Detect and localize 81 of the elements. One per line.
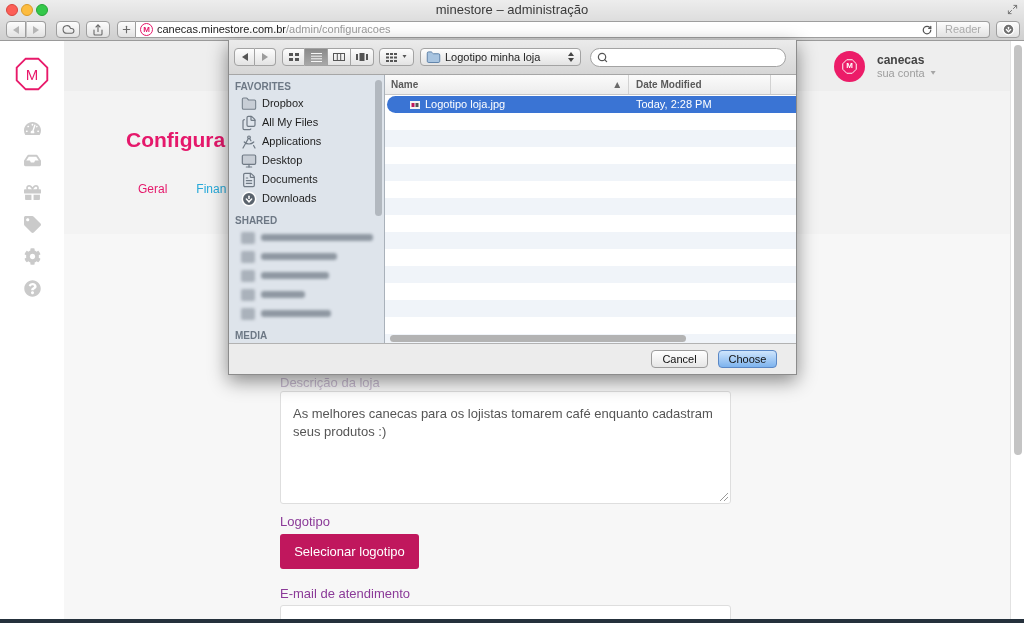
reload-icon[interactable] [922, 24, 932, 35]
sidebar-item[interactable]: Desktop [229, 151, 307, 170]
view-mode-button[interactable] [282, 48, 305, 66]
drafting-compass-icon [241, 133, 257, 150]
grid-icon [386, 52, 397, 62]
monitor-icon [241, 152, 257, 169]
sidebar-item[interactable]: Downloads [229, 189, 321, 208]
field-label: Logotipo [280, 514, 330, 530]
user-avatar[interactable]: M [834, 50, 865, 82]
up-down-arrows-icon [568, 52, 574, 62]
sort-ascending-icon [613, 81, 620, 88]
cover-flow-view-icon [356, 53, 368, 61]
icloud-tabs-button[interactable] [56, 21, 80, 39]
gift-icon[interactable] [23, 183, 41, 201]
tag-icon[interactable] [23, 215, 41, 233]
fullscreen-icon[interactable] [1007, 4, 1018, 16]
back-button[interactable] [234, 48, 255, 66]
view-mode-button[interactable] [328, 48, 351, 66]
sidebar-item[interactable]: All My Files [229, 113, 323, 132]
gauge-icon[interactable] [23, 119, 41, 137]
folder-icon [426, 49, 441, 65]
field-label: E-mail de atendimento [280, 586, 411, 602]
file-name-cell: Logotipo loja.jpg [425, 98, 506, 111]
address-field[interactable]: M canecas.minestore.com.br/admin/configuracoes [136, 21, 937, 39]
sidebar-item[interactable]: Applications [229, 132, 326, 151]
file-row[interactable]: Logotipo loja.jpg Today, 2:28 PM [387, 96, 796, 113]
forward-button[interactable] [26, 21, 46, 39]
caret-icon [401, 55, 407, 59]
share-button[interactable] [86, 21, 110, 39]
window-close-button[interactable] [6, 3, 18, 16]
help-icon[interactable] [23, 279, 41, 297]
sidebar-section-heading: FAVORITES [235, 81, 291, 93]
view-mode-button[interactable] [351, 48, 374, 66]
column-header[interactable]: Name [385, 75, 629, 94]
url-text: canecas.minestore.com.br/admin/configuracoes [157, 23, 391, 37]
scrollbar-thumb[interactable] [1013, 45, 1022, 455]
sidebar-item[interactable]: Dropbox [229, 94, 308, 113]
location-popup[interactable]: Logotipo minha loja [420, 48, 581, 66]
store-logo[interactable]: M [15, 57, 49, 91]
search-field[interactable] [590, 47, 786, 67]
window-minimize-button[interactable] [21, 3, 33, 16]
page-title: Configura [126, 127, 226, 153]
search-icon [597, 51, 608, 63]
forward-arrow-icon [33, 25, 39, 34]
caret-icon [928, 70, 936, 76]
plus-icon [121, 24, 132, 36]
back-arrow-icon [13, 25, 19, 34]
column-view-icon [333, 53, 345, 61]
image-file-icon [410, 100, 420, 109]
settings-tab[interactable]: Geral [138, 182, 168, 196]
sidebar-section-heading: SHARED [235, 215, 278, 227]
description-field[interactable]: As melhores canecas para os lojistas tomarem café enquanto cadastram seus produtos :) [280, 391, 731, 504]
back-arrow-icon [241, 53, 248, 61]
files-stack-icon [241, 114, 257, 131]
date-modified-cell: Today, 2:28 PM [636, 98, 712, 111]
document-icon [241, 171, 257, 188]
settings-icon[interactable] [23, 247, 41, 265]
sidebar-section-heading: MEDIA [235, 330, 268, 342]
choose-button[interactable]: Choose [718, 350, 777, 368]
arrange-button[interactable] [379, 48, 414, 66]
column-header[interactable]: Date Modified [629, 75, 771, 94]
icon-view-icon [288, 53, 299, 61]
select-logo-button[interactable]: Selecionar logotipo [280, 534, 419, 569]
downloads-button[interactable] [996, 21, 1020, 39]
sidebar-item[interactable]: Documents [229, 170, 322, 189]
cancel-button[interactable]: Cancel [651, 350, 708, 368]
new-tab-button[interactable] [117, 21, 136, 39]
user-name: canecas [877, 52, 926, 67]
resize-handle-icon[interactable] [720, 493, 728, 501]
share-icon [92, 23, 104, 36]
folder-icon [241, 95, 257, 112]
download-icon [241, 190, 257, 207]
view-mode-button[interactable] [305, 48, 328, 66]
forward-arrow-icon [262, 53, 268, 61]
cloud-icon [61, 23, 75, 37]
sidebar-scrollbar-thumb[interactable] [375, 80, 382, 216]
window-zoom-button[interactable] [36, 3, 48, 16]
window-title: minestore – administração [435, 1, 589, 18]
list-view-icon [310, 52, 322, 62]
download-icon [1001, 23, 1015, 37]
horizontal-scrollbar-thumb[interactable] [390, 335, 686, 342]
